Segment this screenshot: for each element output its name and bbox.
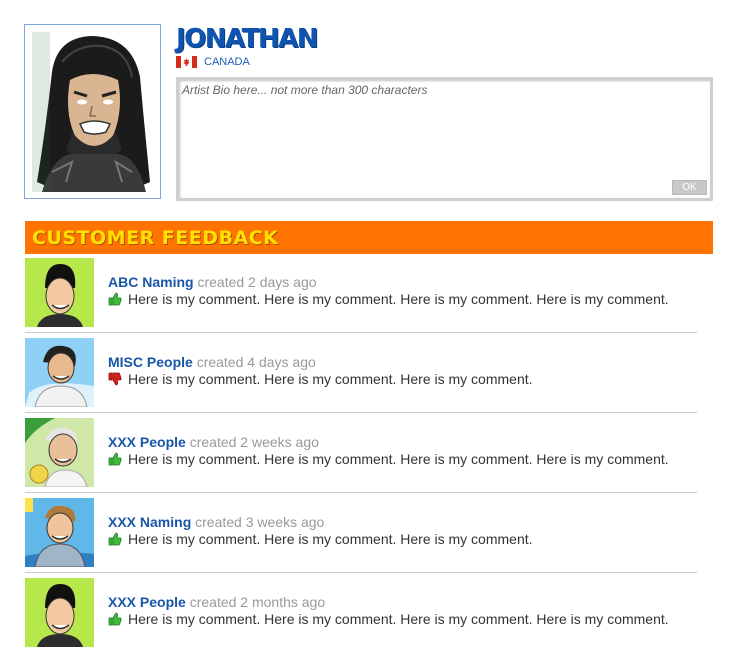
feedback-meta: XXX People created 2 months ago <box>108 593 325 611</box>
reviewer-avatar[interactable] <box>25 258 94 327</box>
feedback-comment: Here is my comment. Here is my comment. … <box>128 291 669 307</box>
reviewer-avatar[interactable] <box>25 578 94 647</box>
reviewer-avatar[interactable] <box>25 498 94 567</box>
feedback-item: XXX Naming created 3 weeks ago Here is m… <box>25 498 697 573</box>
feedback-comment: Here is my comment. Here is my comment. … <box>128 451 669 467</box>
thumbs-up-icon <box>108 452 122 466</box>
artist-avatar-frame <box>24 24 161 199</box>
ok-button[interactable]: OK <box>672 180 707 195</box>
feedback-item: XXX People created 2 months ago Here is … <box>25 578 697 652</box>
thumbs-down-icon <box>108 372 122 386</box>
canada-flag-icon <box>176 56 197 68</box>
feedback-comment: Here is my comment. Here is my comment. … <box>128 531 533 547</box>
feedback-comment-row: Here is my comment. Here is my comment. … <box>108 610 669 628</box>
feedback-item: MISC People created 4 days ago Here is m… <box>25 338 697 413</box>
artist-bio-field[interactable]: Artist Bio here... not more than 300 cha… <box>176 77 713 201</box>
feedback-created: created 2 weeks ago <box>189 434 319 450</box>
feedback-meta: ABC Naming created 2 days ago <box>108 273 317 291</box>
feedback-comment-row: Here is my comment. Here is my comment. … <box>108 370 533 388</box>
thumbs-up-icon <box>108 612 122 626</box>
reviewer-avatar[interactable] <box>25 418 94 487</box>
customer-feedback-banner: CUSTOMER FEEDBACK <box>25 221 713 254</box>
feedback-author-link[interactable]: XXX People <box>108 594 186 610</box>
feedback-created: created 2 months ago <box>189 594 326 610</box>
thumbs-up-icon <box>108 292 122 306</box>
feedback-comment-row: Here is my comment. Here is my comment. … <box>108 290 669 308</box>
feedback-comment: Here is my comment. Here is my comment. … <box>128 371 533 387</box>
artist-avatar <box>32 32 154 192</box>
feedback-item: XXX People created 2 weeks ago Here is m… <box>25 418 697 493</box>
feedback-created: created 4 days ago <box>196 354 316 370</box>
customer-feedback-title: CUSTOMER FEEDBACK <box>32 227 279 249</box>
feedback-author-link[interactable]: ABC Naming <box>108 274 194 290</box>
feedback-created: created 3 weeks ago <box>195 514 325 530</box>
feedback-author-link[interactable]: MISC People <box>108 354 193 370</box>
feedback-meta: MISC People created 4 days ago <box>108 353 316 371</box>
artist-name: JONATHAN <box>176 24 319 54</box>
feedback-item: ABC Naming created 2 days ago Here is my… <box>25 258 697 333</box>
bio-placeholder: Artist Bio here... not more than 300 cha… <box>182 83 428 97</box>
reviewer-avatar[interactable] <box>25 338 94 407</box>
feedback-comment-row: Here is my comment. Here is my comment. … <box>108 530 533 548</box>
feedback-meta: XXX People created 2 weeks ago <box>108 433 319 451</box>
country-row: CANADA <box>176 55 250 69</box>
feedback-comment: Here is my comment. Here is my comment. … <box>128 611 669 627</box>
feedback-comment-row: Here is my comment. Here is my comment. … <box>108 450 669 468</box>
thumbs-up-icon <box>108 532 122 546</box>
feedback-meta: XXX Naming created 3 weeks ago <box>108 513 324 531</box>
feedback-created: created 2 days ago <box>197 274 317 290</box>
feedback-author-link[interactable]: XXX Naming <box>108 514 191 530</box>
feedback-list: ABC Naming created 2 days ago Here is my… <box>25 258 697 657</box>
artist-country: CANADA <box>204 56 250 68</box>
feedback-author-link[interactable]: XXX People <box>108 434 186 450</box>
